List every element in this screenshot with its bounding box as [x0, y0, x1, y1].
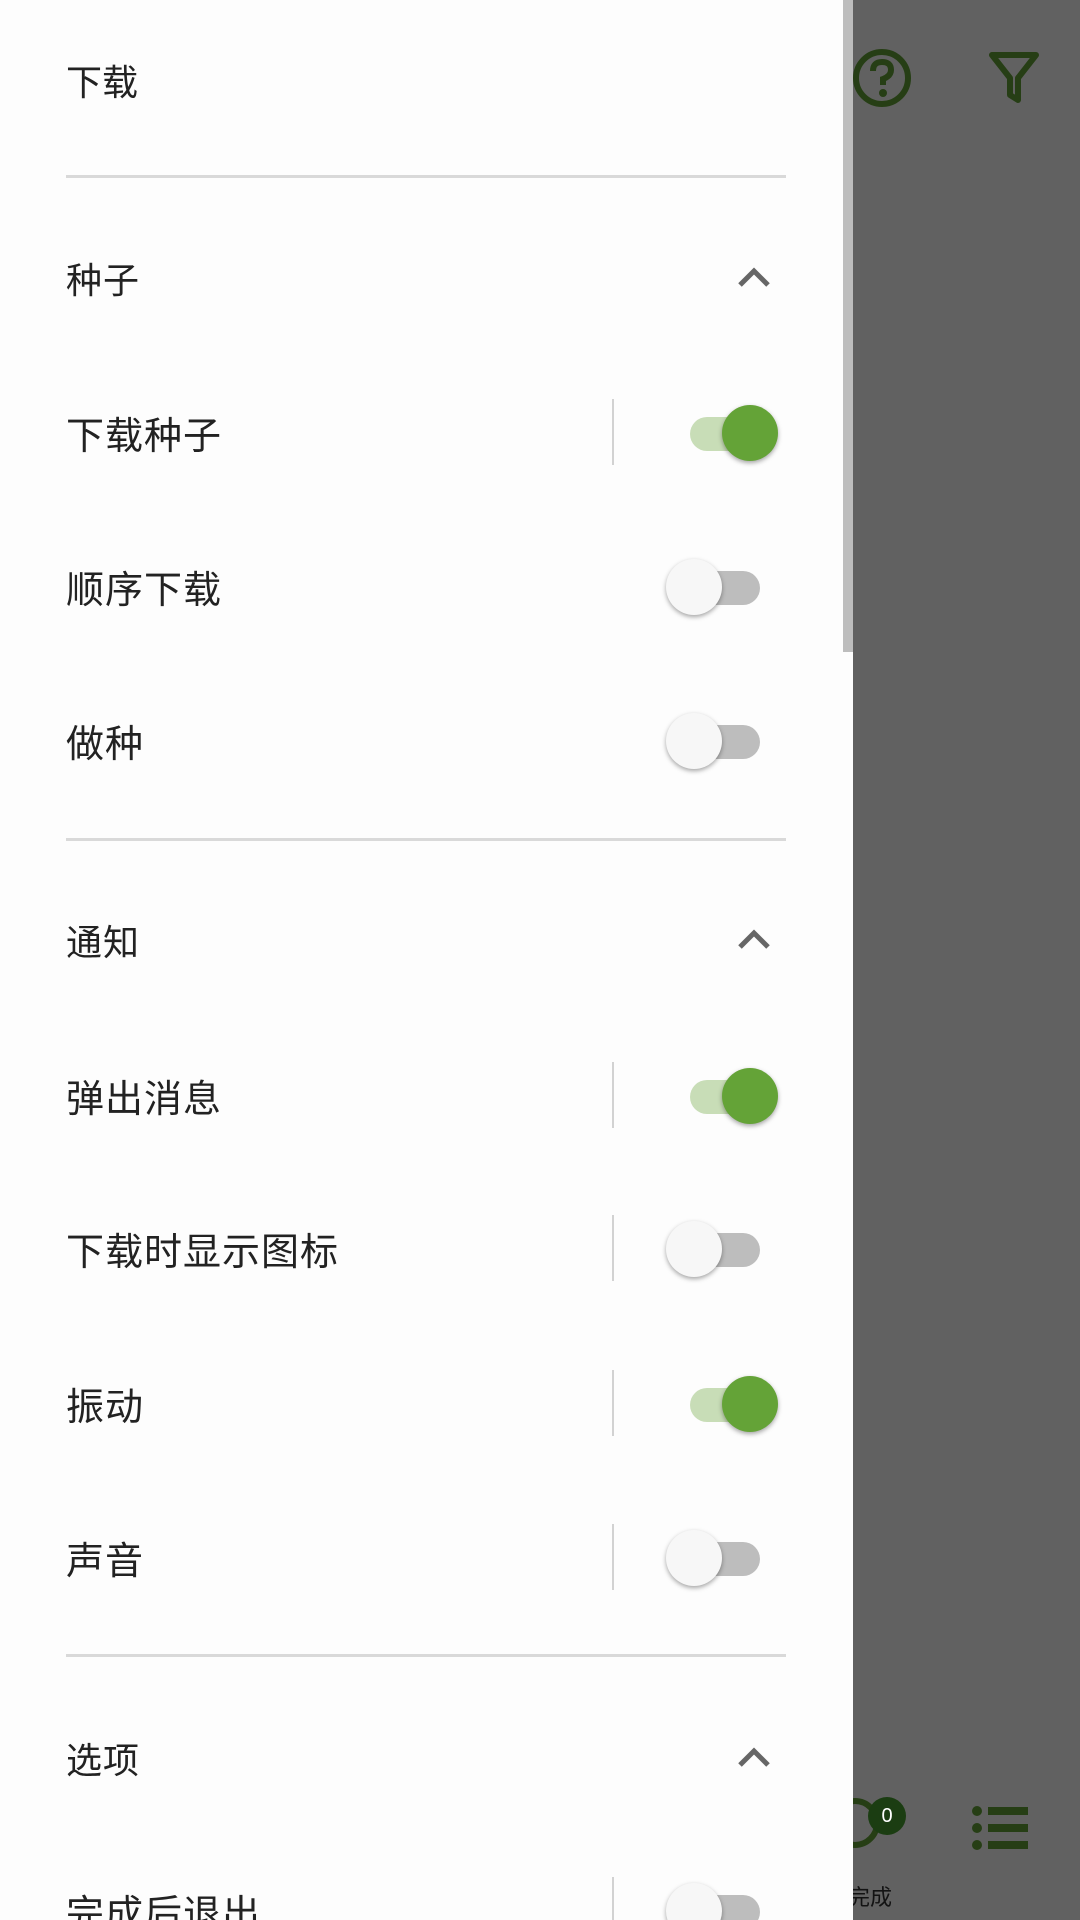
toggle-switch[interactable] — [666, 397, 778, 467]
divider — [66, 838, 786, 841]
toggle-switch[interactable] — [666, 1368, 778, 1438]
vertical-separator — [612, 1215, 614, 1281]
drawer-scrollbar[interactable] — [843, 0, 853, 652]
toggle-switch[interactable] — [666, 1213, 778, 1283]
setting-row[interactable]: 下载时显示图标 — [0, 1213, 853, 1283]
vertical-separator — [612, 1524, 614, 1590]
setting-row[interactable]: 振动 — [0, 1368, 853, 1438]
setting-label: 下载时显示图标 — [66, 1229, 340, 1274]
setting-row[interactable]: 完成后退出 — [0, 1875, 853, 1920]
setting-label: 弹出消息 — [66, 1076, 223, 1121]
count-badge: 0 — [868, 1797, 906, 1835]
setting-label: 振动 — [66, 1384, 145, 1429]
section-title: 种子 — [66, 261, 141, 302]
setting-label: 顺序下载 — [66, 567, 223, 612]
vertical-separator — [612, 1877, 614, 1920]
vertical-separator — [612, 1370, 614, 1436]
setting-label: 下载种子 — [66, 413, 223, 458]
section-header-torrent[interactable]: 种子 — [0, 240, 853, 316]
divider — [66, 175, 786, 178]
chevron-up-icon — [728, 914, 780, 966]
setting-row[interactable]: 下载种子 — [0, 397, 853, 467]
setting-row[interactable]: 弹出消息 — [0, 1060, 853, 1130]
section-title: 通知 — [66, 923, 141, 964]
toggle-switch[interactable] — [666, 1875, 778, 1920]
setting-row[interactable]: 声音 — [0, 1522, 853, 1592]
setting-row[interactable]: 做种 — [0, 705, 853, 775]
setting-label: 完成后退出 — [66, 1891, 262, 1920]
settings-drawer: 下载 种子 下载种子 顺序下载 做种 通知 弹出消息 下载时显示图标 振动 声音… — [0, 0, 853, 1920]
toggle-switch[interactable] — [666, 551, 778, 621]
toggle-switch[interactable] — [666, 705, 778, 775]
vertical-separator — [612, 399, 614, 465]
chevron-up-icon — [728, 252, 780, 304]
setting-row[interactable]: 顺序下载 — [0, 551, 853, 621]
section-header-options[interactable]: 选项 — [0, 1720, 853, 1796]
divider — [66, 1654, 786, 1657]
section-title: 选项 — [66, 1741, 141, 1782]
chevron-up-icon — [728, 1732, 780, 1784]
vertical-separator — [612, 1062, 614, 1128]
section-header-notifications[interactable]: 通知 — [0, 902, 853, 978]
drawer-title: 下载 — [66, 63, 139, 104]
toggle-switch[interactable] — [666, 1060, 778, 1130]
toggle-switch[interactable] — [666, 1522, 778, 1592]
setting-label: 声音 — [66, 1538, 145, 1583]
setting-label: 做种 — [66, 721, 145, 766]
